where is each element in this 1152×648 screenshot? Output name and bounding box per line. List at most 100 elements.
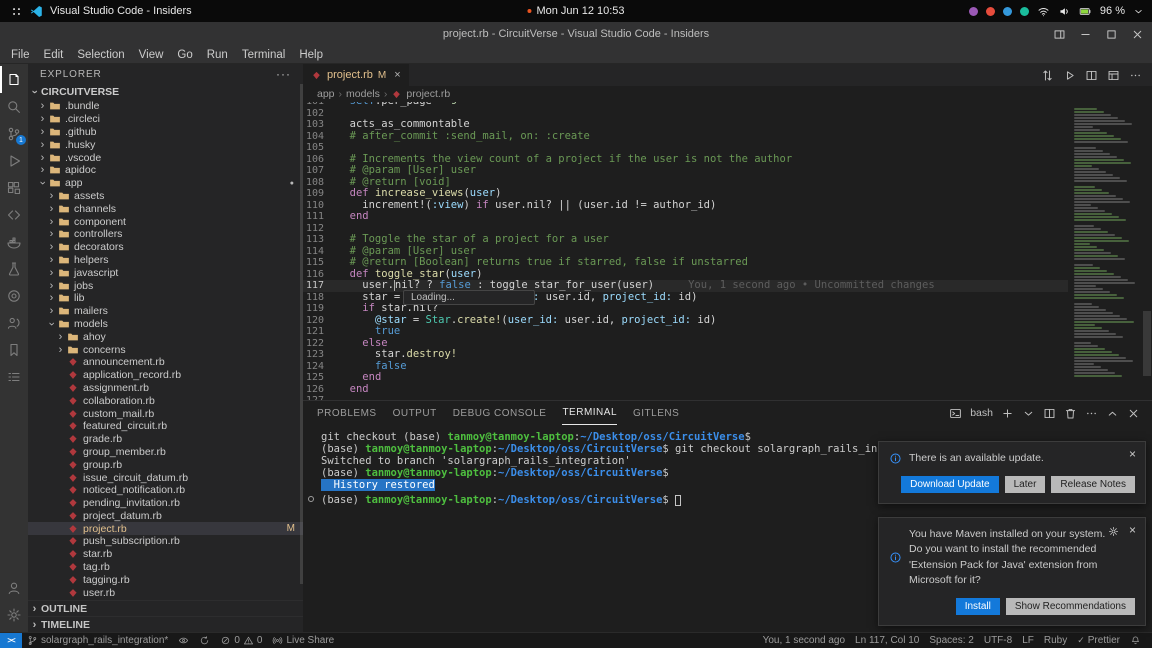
activity-explorer[interactable] (0, 66, 28, 93)
activity-live-share[interactable] (0, 309, 28, 336)
close-panel-icon[interactable] (1127, 407, 1140, 420)
tree-item--bundle[interactable]: ›.bundle (28, 100, 303, 113)
code-line[interactable]: 120 @star = Star.create!(user_id: user.i… (303, 315, 1068, 327)
tree-item-javascript[interactable]: ›javascript (28, 266, 303, 279)
status-problems[interactable]: 0 0 (215, 633, 267, 648)
tree-item-collaboration-rb[interactable]: collaboration.rb (28, 394, 303, 407)
split-terminal-icon[interactable] (1043, 407, 1056, 420)
new-terminal-icon[interactable] (1001, 407, 1014, 420)
activity-bookmarks[interactable] (0, 336, 28, 363)
system-tray[interactable]: 96 % (969, 5, 1144, 18)
tree-item-tagging-rb[interactable]: tagging.rb (28, 573, 303, 586)
install-button[interactable]: Install (956, 598, 1000, 615)
more-actions-icon[interactable] (1085, 407, 1098, 420)
tree-item-decorators[interactable]: ›decorators (28, 241, 303, 254)
activities-icon[interactable] (10, 5, 23, 18)
code-line[interactable]: 127 (303, 395, 1068, 400)
code-line[interactable]: 110 increment!(:view) if user.nil? || (u… (303, 200, 1068, 212)
tree-item-mailers[interactable]: ›mailers (28, 305, 303, 318)
customize-layout-icon[interactable] (1053, 28, 1066, 41)
close-icon[interactable]: × (1129, 449, 1136, 459)
status-language[interactable]: Ruby (1039, 635, 1072, 646)
chevron-down-icon[interactable] (1133, 6, 1144, 17)
status-formatter[interactable]: ✓Prettier (1072, 635, 1125, 646)
tree-item-tag-rb[interactable]: tag.rb (28, 561, 303, 574)
code-line[interactable]: 111 end (303, 211, 1068, 223)
menu-view[interactable]: View (132, 49, 171, 61)
tree-item--husky[interactable]: ›.husky (28, 138, 303, 151)
tree-item--github[interactable]: ›.github (28, 126, 303, 139)
remote-indicator[interactable]: >< (0, 633, 22, 648)
status-encoding[interactable]: UTF-8 (979, 635, 1017, 646)
activity-accounts[interactable] (0, 574, 28, 601)
show-recommendations-button[interactable]: Show Recommendations (1006, 598, 1135, 615)
activity-docker[interactable] (0, 228, 28, 255)
status-cursor-position[interactable]: Ln 117, Col 10 (850, 635, 924, 646)
customize-layout-icon[interactable] (1107, 69, 1120, 82)
status-live-share[interactable]: Live Share (267, 633, 339, 648)
code-line[interactable]: 113 # Toggle the star of a project for a… (303, 234, 1068, 246)
tree-item-pending-invitation-rb[interactable]: pending_invitation.rb (28, 497, 303, 510)
code-line[interactable]: 126 end (303, 384, 1068, 396)
tree-item--circleci[interactable]: ›.circleci (28, 113, 303, 126)
maximize-icon[interactable] (1105, 28, 1118, 41)
activity-extensions[interactable] (0, 174, 28, 201)
code-line[interactable]: 105 (303, 142, 1068, 154)
section-circuitverse[interactable]: › CIRCUITVERSE (28, 84, 303, 100)
status-blame[interactable]: You, 1 second ago (758, 635, 850, 646)
menu-file[interactable]: File (4, 49, 37, 61)
code-line[interactable]: 106 # Increments the view count of a pro… (303, 154, 1068, 166)
activity-test[interactable] (0, 255, 28, 282)
status-branch[interactable]: solargraph_rails_integration* (22, 633, 173, 648)
tree-item-grade-rb[interactable]: grade.rb (28, 433, 303, 446)
panel-tab-problems[interactable]: PROBLEMS (317, 401, 377, 425)
activity-todo[interactable] (0, 363, 28, 390)
tree-item-issue-circuit-datum-rb[interactable]: issue_circuit_datum.rb (28, 471, 303, 484)
minimize-icon[interactable] (1079, 28, 1092, 41)
terminal-selector[interactable]: bash (970, 407, 993, 419)
close-icon[interactable]: × (1129, 525, 1136, 535)
tree-item-push-subscription-rb[interactable]: push_subscription.rb (28, 535, 303, 548)
tree-item-noticed-notification-rb[interactable]: noticed_notification.rb (28, 484, 303, 497)
tree-item-app[interactable]: ›app● (28, 177, 303, 190)
menu-go[interactable]: Go (170, 49, 199, 61)
release-notes-button[interactable]: Release Notes (1051, 476, 1135, 493)
tree-item-ahoy[interactable]: ›ahoy (28, 330, 303, 343)
code-line[interactable]: 107 # @param [User] user (303, 165, 1068, 177)
code-line[interactable]: 114 # @param [User] user (303, 246, 1068, 258)
tree-item--vscode[interactable]: ›.vscode (28, 151, 303, 164)
minimap[interactable] (1070, 102, 1142, 400)
code-line[interactable]: 125 end (303, 372, 1068, 384)
tree-item-application-record-rb[interactable]: application_record.rb (28, 369, 303, 382)
tree-item-star-rb[interactable]: star.rb (28, 548, 303, 561)
tree-item-announcement-rb[interactable]: announcement.rb (28, 356, 303, 369)
tree-item-assets[interactable]: ›assets (28, 190, 303, 203)
status-indentation[interactable]: Spaces: 2 (924, 635, 978, 646)
panel-tab-output[interactable]: OUTPUT (393, 401, 437, 425)
tree-item-helpers[interactable]: ›helpers (28, 254, 303, 267)
close-window-icon[interactable] (1131, 28, 1144, 41)
panel-tab-gitlens[interactable]: GITLENS (633, 401, 679, 425)
activity-remote[interactable] (0, 201, 28, 228)
window-titlebar[interactable]: project.rb - CircuitVerse - Visual Studi… (0, 22, 1152, 46)
activity-gitlens[interactable] (0, 282, 28, 309)
tree-item-assignment-rb[interactable]: assignment.rb (28, 382, 303, 395)
code-line[interactable]: 112 (303, 223, 1068, 235)
menu-run[interactable]: Run (200, 49, 235, 61)
panel-tab-terminal[interactable]: TERMINAL (562, 401, 617, 425)
tree-item-user-rb[interactable]: user.rb (28, 586, 303, 599)
code-line[interactable]: 104 # after_commit :send_mail, on: :crea… (303, 131, 1068, 143)
breadcrumb-app[interactable]: app (317, 88, 335, 100)
tree-item-group-rb[interactable]: group.rb (28, 458, 303, 471)
tree-item-apidoc[interactable]: ›apidoc (28, 164, 303, 177)
code-line[interactable]: 109 def increase_views(user) (303, 188, 1068, 200)
volume-icon[interactable] (1058, 5, 1071, 18)
wifi-icon[interactable] (1037, 5, 1050, 18)
code-line[interactable]: 121 true (303, 326, 1068, 338)
breadcrumb-file[interactable]: project.rb (406, 88, 450, 100)
tree-item-lib[interactable]: ›lib (28, 292, 303, 305)
later-button[interactable]: Later (1005, 476, 1046, 493)
tree-item-custom-mail-rb[interactable]: custom_mail.rb (28, 407, 303, 420)
activity-source-control[interactable]: 1 (0, 120, 28, 147)
tree-item-channels[interactable]: ›channels (28, 202, 303, 215)
